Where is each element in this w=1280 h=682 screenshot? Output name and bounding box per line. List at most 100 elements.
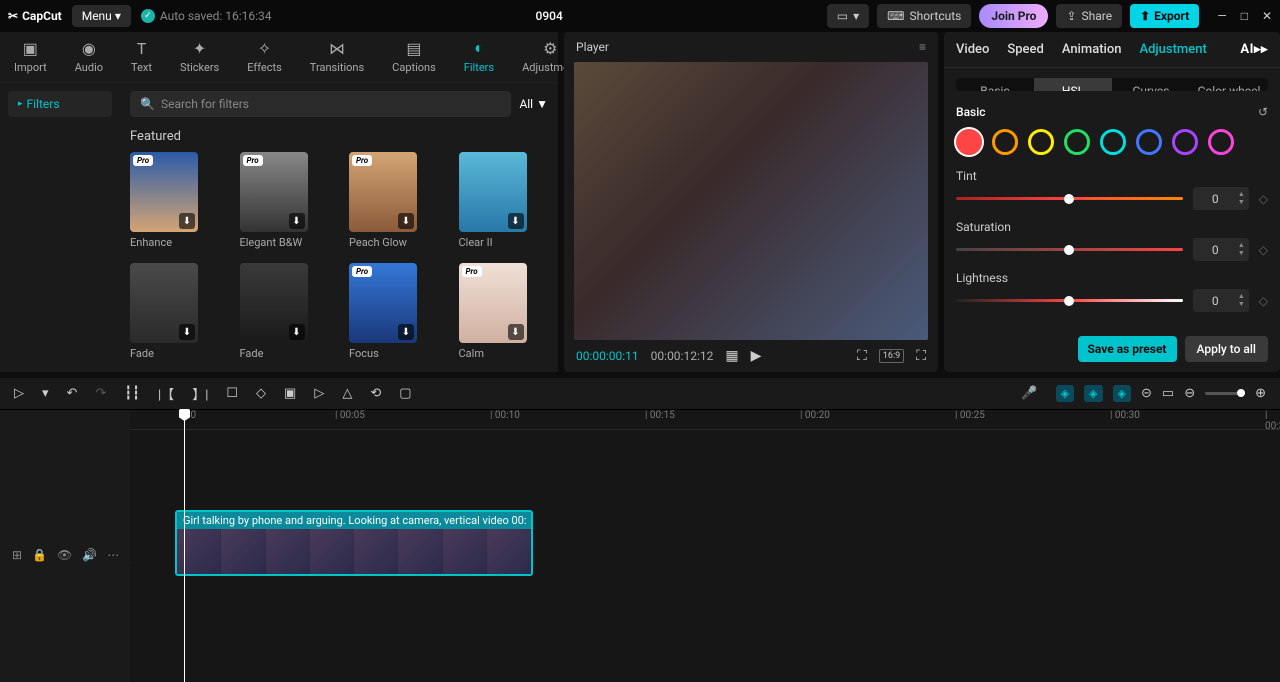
color-green[interactable]	[1064, 129, 1090, 155]
play-button[interactable]: ▶	[751, 348, 762, 364]
minimize-button[interactable]: —	[1217, 9, 1226, 23]
trim-left-tool[interactable]: |【	[158, 384, 174, 403]
magnet-1[interactable]: ◈	[1056, 385, 1074, 402]
filter-thumb[interactable]: Pro ⬇	[240, 152, 308, 232]
aspect-ratio-badge[interactable]: 16:9	[879, 349, 904, 363]
filter-card[interactable]: Pro ⬇ Calm	[459, 263, 549, 360]
lightness-slider[interactable]	[956, 299, 1183, 302]
subtab-curves[interactable]: Curves	[1112, 78, 1190, 91]
redo-button[interactable]: ↷	[95, 386, 106, 401]
tint-value-input[interactable]: 0▲▼	[1193, 187, 1249, 210]
export-button[interactable]: ⬆ Export	[1130, 4, 1199, 28]
filter-thumb[interactable]: ⬇	[130, 263, 198, 343]
fullscreen-icon[interactable]: ⛶	[916, 348, 926, 364]
zoom-out-button[interactable]: ⊖	[1184, 386, 1195, 401]
stepper-icon[interactable]: ▲▼	[1238, 191, 1249, 206]
keyframe-icon[interactable]: ◇	[1259, 243, 1268, 257]
filter-card[interactable]: ⬇ Fade	[130, 263, 220, 360]
filter-thumb[interactable]: Pro ⬇	[349, 263, 417, 343]
download-icon[interactable]: ⬇	[398, 324, 414, 340]
tab-stickers[interactable]: ✦Stickers	[180, 39, 219, 74]
player-menu-icon[interactable]: ≡	[919, 40, 926, 54]
crop-icon[interactable]: ⛶	[857, 348, 867, 364]
zoom-thumb[interactable]	[1237, 389, 1245, 397]
zoom-in-button[interactable]: ⊕	[1255, 386, 1266, 401]
search-input[interactable]: 🔍 Search for filters	[130, 91, 511, 117]
apply-all-button[interactable]: Apply to all	[1185, 336, 1269, 362]
save-preset-button[interactable]: Save as preset	[1078, 336, 1177, 362]
play-range-tool[interactable]: ▷	[314, 386, 324, 401]
track-height-tool[interactable]: ▭	[1162, 386, 1174, 401]
color-blue[interactable]	[1136, 129, 1162, 155]
close-button[interactable]: ✕	[1262, 9, 1272, 23]
track-lock-icon[interactable]: 🔒	[32, 548, 47, 562]
slider-thumb[interactable]	[1064, 245, 1074, 255]
share-button[interactable]: ⇪ Share	[1056, 4, 1122, 28]
mic-button[interactable]: 🎤	[1021, 386, 1037, 401]
track-more-icon[interactable]: ⋯	[107, 548, 119, 562]
color-purple[interactable]	[1172, 129, 1198, 155]
keyframe-icon[interactable]: ◇	[1259, 192, 1268, 206]
menu-button[interactable]: Menu ▾	[72, 5, 131, 27]
color-red[interactable]	[956, 129, 982, 155]
duplicate-tool[interactable]: ▣	[284, 386, 296, 401]
subtab-color-wheel[interactable]: Color wheel	[1190, 78, 1268, 91]
download-icon[interactable]: ⬇	[508, 213, 524, 229]
tint-slider[interactable]	[956, 197, 1183, 200]
filter-card[interactable]: Pro ⬇ Elegant B&W	[240, 152, 330, 249]
sidebar-item-filters[interactable]: Filters	[8, 91, 112, 117]
filter-card[interactable]: Pro ⬇ Peach Glow	[349, 152, 439, 249]
rp-tab-ai[interactable]: AI▸▸	[1240, 42, 1268, 57]
marker-tool[interactable]: ◇	[256, 386, 266, 401]
reset-icon[interactable]: ↺	[1258, 105, 1268, 119]
color-magenta[interactable]	[1208, 129, 1234, 155]
stepper-icon[interactable]: ▲▼	[1238, 242, 1249, 257]
selection-dropdown[interactable]: ▾	[42, 386, 49, 401]
track-add-icon[interactable]: ⊞	[12, 548, 22, 562]
download-icon[interactable]: ⬇	[179, 213, 195, 229]
color-cyan[interactable]	[1100, 129, 1126, 155]
filter-card[interactable]: Pro ⬇ Enhance	[130, 152, 220, 249]
grid-view-icon[interactable]: ▦	[725, 348, 738, 364]
trim-right-tool[interactable]: 】|	[192, 384, 208, 403]
tab-text[interactable]: TText	[131, 39, 152, 74]
tab-effects[interactable]: ✧Effects	[247, 39, 282, 74]
subtab-basic[interactable]: Basic	[956, 78, 1034, 91]
crop-tool[interactable]: ☐	[226, 386, 238, 401]
track-visible-icon[interactable]: 👁	[57, 548, 72, 562]
track-mute-icon[interactable]: 🔊	[82, 548, 97, 562]
filter-card[interactable]: Pro ⬇ Focus	[349, 263, 439, 360]
rp-tab-adjustment[interactable]: Adjustment	[1139, 42, 1206, 57]
color-yellow[interactable]	[1028, 129, 1054, 155]
timeline-ruler[interactable]: | 00| 00:05| 00:10| 00:15| 00:20| 00:25|…	[130, 410, 1280, 430]
download-icon[interactable]: ⬇	[508, 324, 524, 340]
filter-thumb[interactable]: Pro ⬇	[349, 152, 417, 232]
tab-import[interactable]: ▣Import	[14, 39, 47, 74]
download-icon[interactable]: ⬇	[398, 213, 414, 229]
reverse-tool[interactable]: ⟲	[370, 386, 381, 401]
maximize-button[interactable]: □	[1241, 9, 1248, 23]
magnet-3[interactable]: ◈	[1113, 385, 1131, 402]
join-pro-button[interactable]: Join Pro	[979, 4, 1048, 28]
mirror-tool[interactable]: △	[342, 386, 352, 401]
filter-thumb[interactable]: ⬇	[240, 263, 308, 343]
subtab-hsl[interactable]: HSL	[1034, 78, 1112, 91]
slider-thumb[interactable]	[1064, 296, 1074, 306]
video-clip[interactable]: Girl talking by phone and arguing. Looki…	[175, 510, 533, 576]
rp-tab-animation[interactable]: Animation	[1062, 42, 1122, 57]
keyframe-icon[interactable]: ◇	[1259, 294, 1268, 308]
filter-thumb[interactable]: Pro ⬇	[130, 152, 198, 232]
zoom-slider[interactable]	[1205, 392, 1245, 395]
lightness-value-input[interactable]: 0▲▼	[1193, 289, 1249, 312]
shortcuts-button[interactable]: ⌨ Shortcuts	[877, 4, 971, 28]
filter-card[interactable]: ⬇ Clear II	[459, 152, 549, 249]
aspect-ratio-button[interactable]: ▭ ▾	[827, 4, 869, 28]
filter-thumb[interactable]: Pro ⬇	[459, 263, 527, 343]
tab-captions[interactable]: ▤Captions	[392, 39, 436, 74]
crop-frame-tool[interactable]: ▢	[399, 386, 411, 401]
undo-button[interactable]: ↶	[67, 386, 78, 401]
rp-tab-speed[interactable]: Speed	[1007, 42, 1043, 57]
video-preview[interactable]	[574, 62, 928, 340]
split-tool[interactable]: ┇┇	[124, 386, 140, 401]
filter-all-button[interactable]: All ▼	[519, 97, 548, 111]
